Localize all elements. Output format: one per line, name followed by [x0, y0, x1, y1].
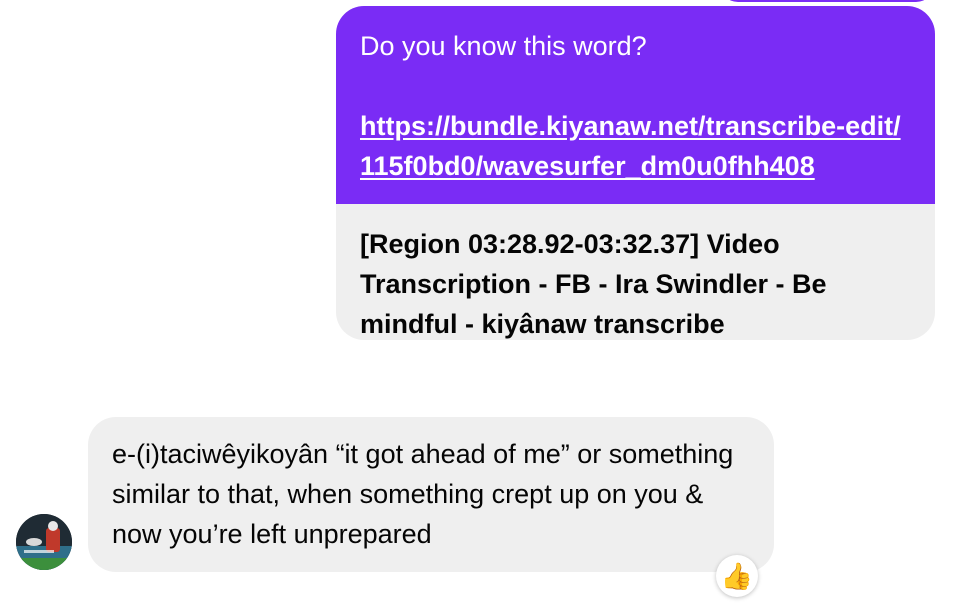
- outgoing-message-group: Do you know this word? https://bundle.ki…: [336, 6, 935, 340]
- link-preview-title: [Region 03:28.92-03:32.37] Video Transcr…: [360, 229, 827, 339]
- avatar-image: [16, 514, 72, 570]
- outgoing-message-bubble[interactable]: Do you know this word? https://bundle.ki…: [336, 6, 935, 204]
- reaction-emoji: 👍: [720, 561, 754, 591]
- previous-message-bubble-edge: [720, 0, 934, 2]
- outgoing-message-link[interactable]: https://bundle.kiyanaw.net/transcribe-ed…: [360, 106, 911, 186]
- thumbs-up-icon[interactable]: 👍: [716, 555, 758, 597]
- outgoing-message-text: Do you know this word?: [360, 31, 647, 61]
- user-avatar[interactable]: [16, 514, 72, 570]
- incoming-message-text: e-(i)taciwêyikoyân “it got ahead of me” …: [112, 439, 734, 549]
- link-preview-card[interactable]: [Region 03:28.92-03:32.37] Video Transcr…: [336, 204, 935, 340]
- incoming-message-bubble[interactable]: e-(i)taciwêyikoyân “it got ahead of me” …: [88, 417, 774, 572]
